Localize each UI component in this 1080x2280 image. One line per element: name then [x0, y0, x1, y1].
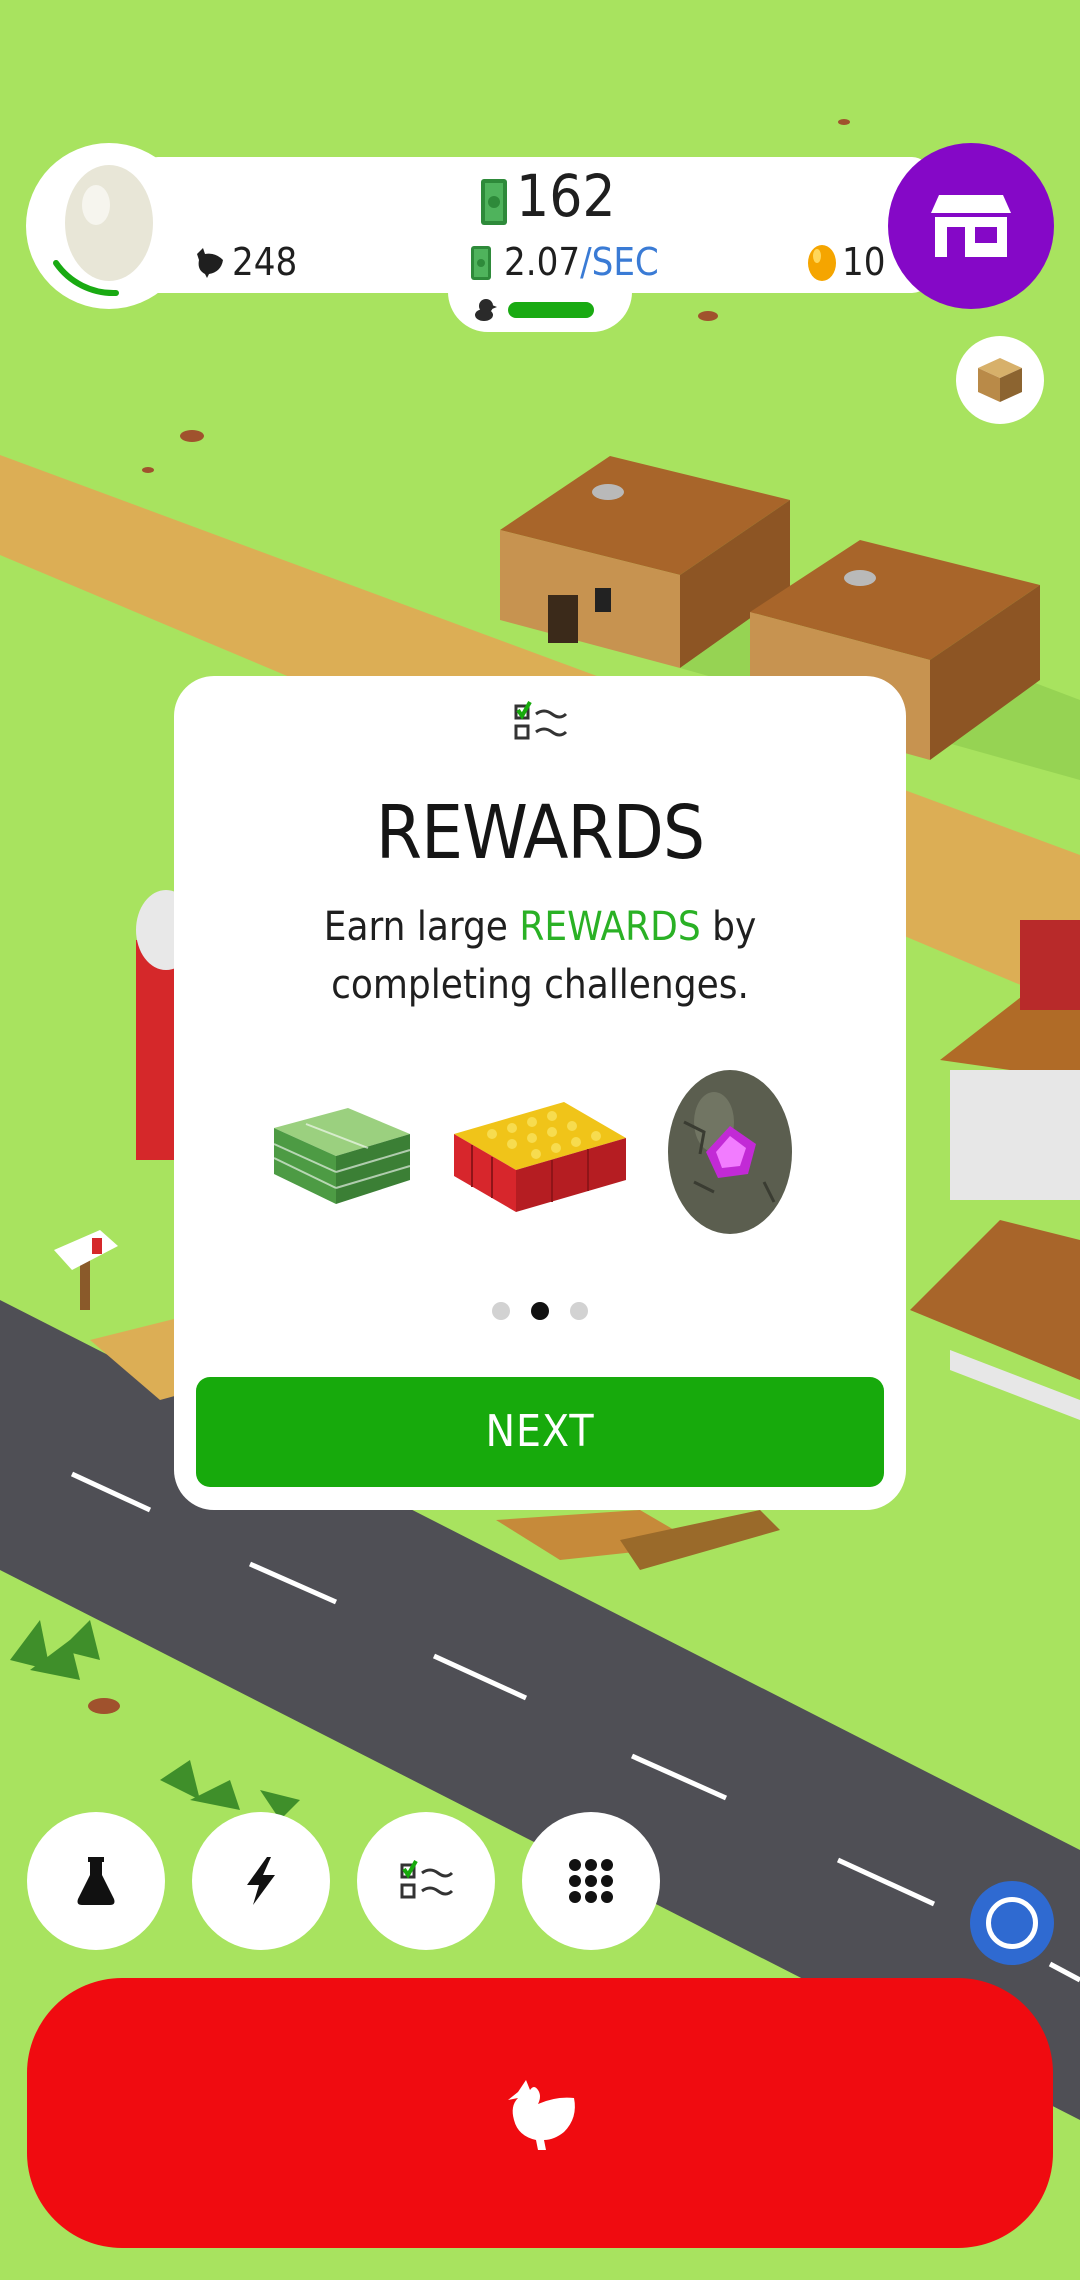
assistant-overlay-button[interactable] — [970, 1881, 1054, 1965]
checklist-icon — [400, 1860, 454, 1899]
page-dot — [492, 1302, 510, 1320]
chick-icon — [475, 299, 497, 321]
egg-button[interactable] — [26, 143, 192, 309]
delivery-box-button[interactable] — [956, 336, 1044, 424]
menu-button[interactable] — [522, 1812, 660, 1950]
challenges-button[interactable] — [357, 1812, 495, 1950]
cash-rate-icon — [471, 246, 491, 280]
page-dot-active — [531, 1302, 549, 1320]
rewards-tutorial-modal: REWARDS Earn large REWARDS by completing… — [174, 676, 906, 1510]
circle-icon — [986, 1897, 1038, 1949]
cash-icon — [481, 179, 507, 225]
page-dot — [570, 1302, 588, 1320]
box-icon — [978, 358, 1022, 402]
page-indicator — [490, 1302, 590, 1322]
golden-egg-count: 10 — [842, 240, 886, 284]
description-highlight: REWARDS — [519, 904, 701, 950]
hatchery-progress — [508, 302, 604, 318]
research-button[interactable] — [27, 1812, 165, 1950]
cash-stack-image — [273, 1108, 411, 1204]
income-rate: 2.07/SEC — [504, 240, 659, 284]
chicken-count: 248 — [232, 240, 298, 284]
next-button[interactable]: NEXT — [196, 1377, 884, 1487]
shop-button[interactable] — [888, 143, 1054, 309]
egg-progress-ring — [53, 165, 153, 297]
income-rate-value: 2.07 — [504, 240, 581, 284]
income-rate-unit: /SEC — [580, 240, 659, 284]
money-total: 162 — [516, 162, 616, 230]
grid-icon — [569, 1859, 613, 1903]
shop-icon — [931, 195, 1011, 257]
checklist-icon — [514, 701, 568, 740]
egg-crate-image — [454, 1102, 626, 1212]
modal-description: Earn large REWARDS by completing challen… — [264, 898, 816, 1014]
egg-icon — [65, 165, 153, 281]
hatchery-progress-fill — [508, 302, 595, 318]
chicken-icon — [508, 2080, 575, 2150]
boost-button[interactable] — [192, 1812, 330, 1950]
dragon-egg-image — [668, 1070, 792, 1234]
modal-title: REWARDS — [375, 790, 705, 876]
chicken-icon — [197, 248, 223, 278]
lightning-icon — [247, 1857, 275, 1905]
flask-icon — [77, 1857, 115, 1905]
description-before: Earn large — [323, 904, 520, 950]
golden-egg-icon — [808, 245, 836, 281]
hatch-chicken-button[interactable] — [27, 1978, 1053, 2248]
